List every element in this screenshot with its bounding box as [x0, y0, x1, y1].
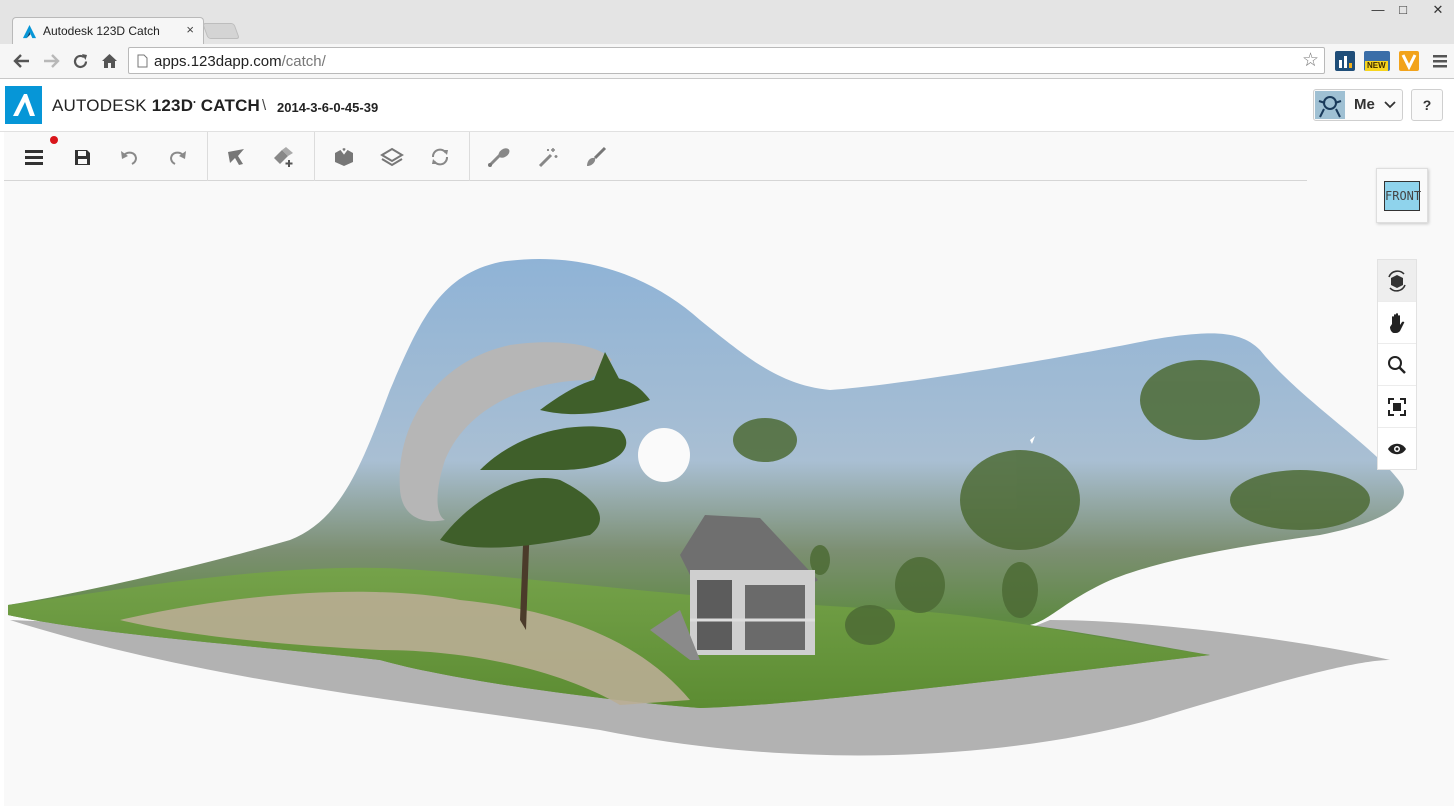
- pan-icon: [1390, 312, 1405, 333]
- autodesk-logo[interactable]: [5, 86, 42, 124]
- toolbar-separator: [469, 132, 470, 181]
- reload-button[interactable]: [69, 50, 91, 72]
- navigation-panel: [1377, 259, 1417, 470]
- new-tab-button[interactable]: [202, 23, 240, 39]
- look-button[interactable]: [1378, 428, 1416, 470]
- orbit-button[interactable]: [1378, 260, 1416, 302]
- menu-icon: [25, 149, 43, 165]
- autodesk-a-icon: [13, 94, 35, 116]
- layers-button[interactable]: [379, 144, 405, 170]
- 3d-model-scene[interactable]: [4, 132, 1454, 806]
- user-label: Me: [1354, 96, 1375, 113]
- user-menu-button[interactable]: Me: [1313, 89, 1403, 121]
- reload-icon: [73, 53, 87, 68]
- undo-icon: [121, 151, 138, 165]
- redo-button[interactable]: [165, 144, 191, 170]
- view-cube[interactable]: FRONT: [1376, 168, 1428, 223]
- solid-icon: [335, 148, 353, 166]
- measure-icon: [488, 148, 510, 167]
- eye-icon: [1388, 443, 1406, 455]
- fit-icon: [1388, 397, 1406, 416]
- avatar: [1315, 91, 1345, 119]
- magic-wand-button[interactable]: [535, 144, 561, 170]
- refresh-icon: [432, 148, 448, 166]
- tab-close-icon[interactable]: ×: [186, 22, 194, 37]
- browser-menu-button[interactable]: [1429, 50, 1451, 72]
- chart-extension-icon[interactable]: [1335, 51, 1355, 71]
- layers-icon: [380, 147, 404, 167]
- app-header: AUTODESK 123D• CATCH \ 2014-3-6-0-45-39 …: [0, 80, 1454, 132]
- chevron-down-icon: [1384, 101, 1396, 109]
- toolbar-separator: [314, 132, 315, 181]
- home-icon: [101, 54, 117, 68]
- browser-titlebar: Autodesk 123D Catch × — □ ✕: [0, 0, 1454, 44]
- save-icon: [74, 149, 90, 165]
- url-text: apps.123dapp.com/catch/: [154, 53, 326, 70]
- tool-strip: [4, 132, 1307, 181]
- magic-wand-icon: [538, 148, 558, 168]
- hamburger-icon: [1433, 54, 1447, 67]
- save-button[interactable]: [69, 144, 95, 170]
- unsaved-indicator: [50, 136, 58, 144]
- browser-tab[interactable]: Autodesk 123D Catch ×: [12, 17, 204, 44]
- mesh-hole-white: [638, 428, 690, 482]
- undo-button[interactable]: [116, 144, 142, 170]
- back-button[interactable]: [11, 50, 33, 72]
- toolbar-separator: [207, 132, 208, 181]
- tab-title: Autodesk 123D Catch: [43, 24, 160, 38]
- forward-button[interactable]: [40, 50, 62, 72]
- refresh-button[interactable]: [427, 144, 453, 170]
- window-close-icon[interactable]: ✕: [1428, 2, 1448, 18]
- back-arrow-icon: [13, 54, 29, 68]
- address-bar[interactable]: apps.123dapp.com/catch/ ☆: [128, 47, 1325, 74]
- 3d-viewport[interactable]: [4, 132, 1454, 806]
- help-button[interactable]: ?: [1411, 89, 1443, 121]
- forward-arrow-icon: [44, 54, 60, 68]
- select-icon: [228, 149, 244, 165]
- brand-title: AUTODESK 123D• CATCH: [52, 96, 261, 115]
- lasso-add-icon: [274, 147, 293, 167]
- paint-brush-button[interactable]: [583, 144, 609, 170]
- browser-toolbar: apps.123dapp.com/catch/ ☆ NEW: [0, 44, 1454, 79]
- home-button[interactable]: [98, 50, 120, 72]
- minimize-icon[interactable]: —: [1368, 2, 1388, 17]
- zoom-button[interactable]: [1378, 344, 1416, 386]
- measure-button[interactable]: [486, 144, 512, 170]
- breadcrumb-separator: \: [262, 97, 267, 114]
- v-extension-icon[interactable]: [1399, 51, 1419, 71]
- pan-button[interactable]: [1378, 302, 1416, 344]
- zoom-icon: [1388, 355, 1406, 374]
- lasso-add-button[interactable]: [271, 144, 297, 170]
- autodesk-favicon-icon: [22, 24, 37, 39]
- maximize-icon[interactable]: □: [1393, 2, 1413, 17]
- select-button[interactable]: [223, 144, 249, 170]
- page-icon: [137, 54, 148, 68]
- solid-button[interactable]: [331, 144, 357, 170]
- new-badge: NEW: [1365, 61, 1388, 71]
- menu-button[interactable]: [21, 144, 47, 170]
- view-cube-front-face[interactable]: FRONT: [1384, 181, 1421, 211]
- redo-icon: [169, 151, 186, 165]
- project-name[interactable]: 2014-3-6-0-45-39: [277, 100, 378, 115]
- orbit-icon: [1388, 269, 1406, 292]
- new-badge-extension-icon[interactable]: NEW: [1364, 51, 1390, 71]
- paint-brush-icon: [587, 146, 607, 166]
- fit-button[interactable]: [1378, 386, 1416, 428]
- bookmark-star-icon[interactable]: ☆: [1302, 49, 1319, 72]
